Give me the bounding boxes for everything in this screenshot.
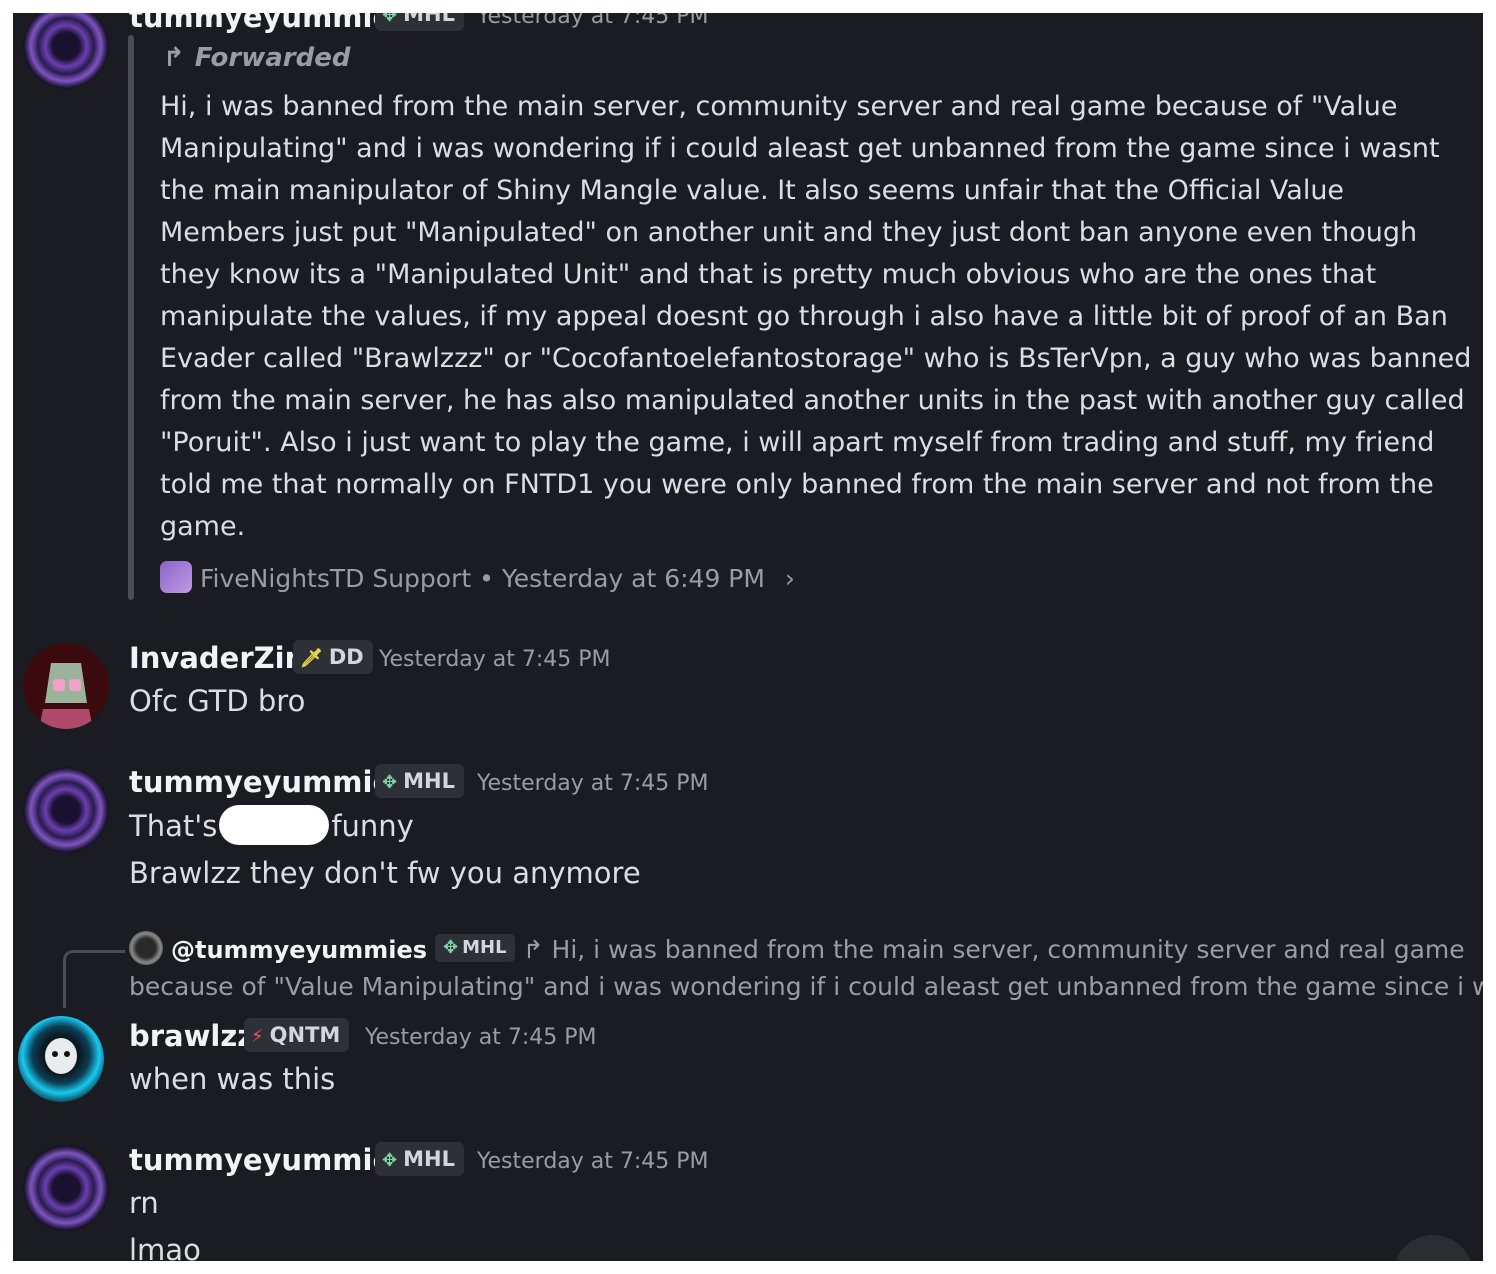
diamond-cross-icon: ✥ [382,772,398,793]
reply-avatar [129,931,163,965]
avatar-invaderzim[interactable] [23,643,109,729]
chat-panel: tummyeyummies ✥ MHL Yesterday at 7:45 PM … [13,13,1483,1261]
timestamp: Yesterday at 7:45 PM [477,13,709,29]
chevron-right-icon: › [784,564,795,593]
forwarded-message-text: Hi, i was banned from the main server, c… [160,91,1472,542]
forward-source-link[interactable]: FiveNightsTD Support • Yesterday at 6:49… [160,561,795,596]
author-name[interactable]: tummyeyummies [129,1143,409,1177]
role-badge-mhl[interactable]: ✥ MHL [375,764,464,798]
role-badge-mhl[interactable]: ✥ MHL [375,13,464,31]
diamond-cross-icon: ✥ [443,937,459,958]
forward-icon: ↱ [522,935,544,964]
author-name[interactable]: InvaderZim [129,641,315,675]
forward-icon: ↱ [163,43,185,73]
author-name[interactable]: tummyeyummies [129,765,409,799]
forward-bar [128,35,134,600]
author-name[interactable]: tummyeyummies [129,13,409,34]
message-text: when was this [129,1062,336,1096]
reply-preview-text[interactable]: because of "Value Manipulating" and i wa… [129,970,1483,1004]
timestamp: Yesterday at 7:45 PM [365,1025,597,1050]
timestamp: Yesterday at 7:45 PM [379,647,611,672]
diamond-cross-icon: ✥ [382,13,398,26]
avatar-brawlzz[interactable] [18,1016,104,1102]
censor-blot [219,805,330,845]
avatar-tummyeyummies[interactable] [23,13,109,89]
message-text: That's funny [129,805,414,848]
reply-preview[interactable]: @tummyeyummies ✥ MHL ↱ Hi, i was banned from… [129,931,1465,968]
role-badge-mhl[interactable]: ✥ MHL [375,1142,464,1176]
timestamp: Yesterday at 7:45 PM [477,771,709,796]
message-text: Ofc GTD bro [129,684,306,718]
author-name[interactable]: brawlzz [129,1019,254,1053]
role-badge-qntm[interactable]: ⚡ QNTM [244,1018,350,1052]
message-text: Brawlzz they don't fw you anymore [129,856,641,890]
sword-icon: 🗡 [300,648,323,669]
role-badge-dd[interactable]: 🗡 DD [293,640,373,674]
avatar-tummyeyummies[interactable] [23,767,109,853]
forwarded-label: ↱ Forwarded [163,43,351,73]
reply-connector [63,950,125,1008]
lightning-icon: ⚡ [251,1026,264,1047]
diamond-cross-icon: ✥ [382,1150,398,1171]
message-text: rn [129,1186,159,1220]
timestamp: Yesterday at 7:45 PM [477,1149,709,1174]
role-badge-mhl: ✥ MHL [435,934,515,962]
message-text: lmao [129,1233,201,1261]
jump-to-present-button[interactable] [1393,1235,1473,1261]
avatar-tummyeyummies[interactable] [23,1145,109,1231]
server-icon [160,561,192,593]
